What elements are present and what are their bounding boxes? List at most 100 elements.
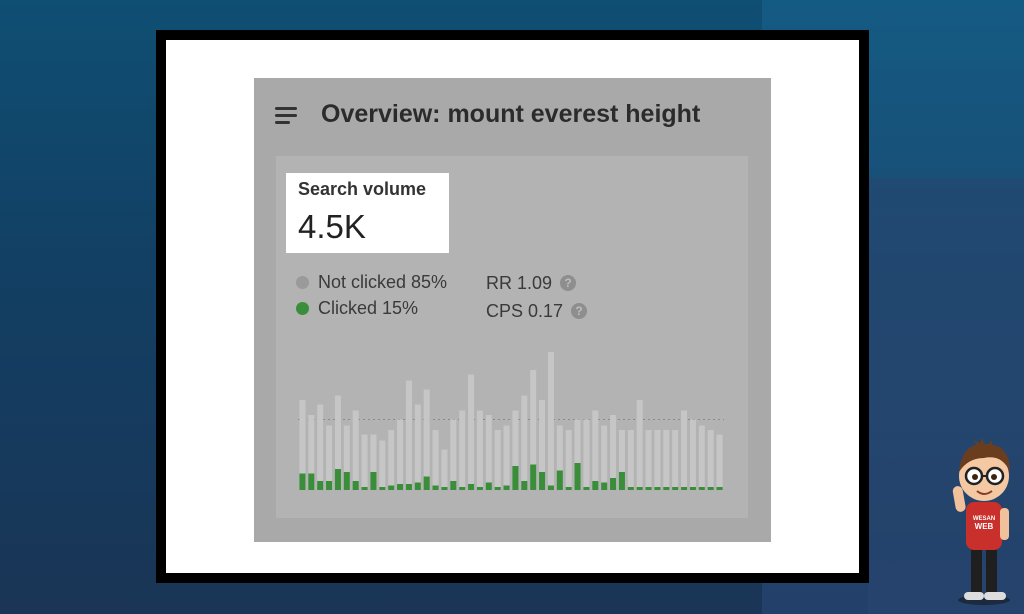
bar-clicked xyxy=(689,487,696,490)
legend-item-clicked: Clicked 15% xyxy=(296,295,447,321)
bar-clicked xyxy=(432,485,439,490)
bar-clicked xyxy=(326,481,333,490)
bar-clicked xyxy=(494,487,501,490)
screenshot-frame: Overview: mount everest height Search vo… xyxy=(156,30,869,583)
help-icon[interactable]: ? xyxy=(571,303,588,319)
bar-clicked xyxy=(459,487,466,490)
bar-not-clicked xyxy=(317,404,324,490)
bar-clicked xyxy=(530,464,537,490)
search-volume-bar-chart xyxy=(298,352,724,490)
bar-clicked xyxy=(423,476,430,490)
bar-clicked xyxy=(485,482,492,490)
metric-label: CPS 0.17 xyxy=(486,300,564,321)
bar-not-clicked xyxy=(601,425,608,490)
bar-clicked xyxy=(601,482,608,490)
bar-not-clicked xyxy=(388,430,395,490)
bar-clicked xyxy=(476,487,483,490)
legend-label: Not clicked 85% xyxy=(318,271,448,292)
bar-not-clicked xyxy=(521,395,528,490)
bar-not-clicked xyxy=(494,430,501,490)
bar-not-clicked xyxy=(654,430,661,490)
bar-not-clicked xyxy=(583,419,590,490)
bar-clicked xyxy=(716,487,723,490)
bar-clicked xyxy=(645,487,652,490)
bar-clicked xyxy=(352,481,359,490)
bar-clicked xyxy=(698,487,705,490)
bar-not-clicked xyxy=(716,434,723,490)
bar-clicked xyxy=(308,473,315,490)
bar-clicked xyxy=(468,484,475,490)
bar-clicked xyxy=(388,485,395,490)
search-volume-highlight: Search volume 4.5K xyxy=(286,173,449,253)
bar-clicked xyxy=(441,487,448,490)
bar-not-clicked xyxy=(627,430,634,490)
bar-clicked xyxy=(610,478,617,490)
bar-clicked xyxy=(503,485,510,490)
bar-clicked xyxy=(565,487,572,490)
legend-item-not-clicked: Not clicked 85% xyxy=(296,269,447,295)
page-title: Overview: mount everest height xyxy=(321,100,701,128)
bar-not-clicked xyxy=(450,419,457,490)
bar-clicked xyxy=(317,481,324,490)
bar-not-clicked xyxy=(405,380,412,490)
bar-clicked xyxy=(636,487,643,490)
bar-not-clicked xyxy=(423,389,430,490)
bar-not-clicked xyxy=(441,449,448,490)
metrics: RR 1.09 ? CPS 0.17 ? xyxy=(486,269,588,325)
bar-not-clicked xyxy=(503,425,510,490)
bar-not-clicked xyxy=(414,404,421,490)
legend-label: Clicked 15% xyxy=(318,297,419,318)
bar-clicked xyxy=(592,481,599,490)
bar-not-clicked xyxy=(645,430,652,490)
bar-clicked xyxy=(405,484,412,490)
bar-not-clicked xyxy=(636,400,643,490)
bar-clicked xyxy=(618,472,625,490)
metric-rr: RR 1.09 ? xyxy=(486,269,587,297)
bar-not-clicked xyxy=(432,430,439,490)
bar-clicked xyxy=(583,487,590,490)
click-legend: Not clicked 85% Clicked 15% xyxy=(296,269,447,321)
bar-not-clicked xyxy=(397,419,404,490)
help-icon[interactable]: ? xyxy=(560,275,577,291)
bar-clicked xyxy=(681,487,688,490)
search-volume-value: 4.5K xyxy=(298,208,366,245)
bar-clicked xyxy=(672,487,679,490)
bar-clicked xyxy=(547,485,554,490)
bar-not-clicked xyxy=(707,430,714,490)
screenshot-canvas: Overview: mount everest height Search vo… xyxy=(166,40,859,573)
bar-clicked xyxy=(539,472,546,490)
bar-not-clicked xyxy=(379,440,386,490)
bar-not-clicked xyxy=(565,430,572,490)
bar-clicked xyxy=(450,481,457,490)
bar-not-clicked xyxy=(689,419,696,490)
bar-clicked xyxy=(663,487,670,490)
bar-clicked xyxy=(361,487,368,490)
metric-cps: CPS 0.17 ? xyxy=(486,297,588,325)
overview-card: Overview: mount everest height Search vo… xyxy=(254,78,771,542)
bar-clicked xyxy=(556,470,563,490)
bar-not-clicked xyxy=(326,425,333,490)
bar-not-clicked xyxy=(672,430,679,490)
bar-clicked xyxy=(627,487,634,490)
metric-label: RR 1.09 xyxy=(486,272,553,293)
bar-not-clicked xyxy=(681,410,688,490)
bar-not-clicked xyxy=(485,415,492,490)
bar-clicked xyxy=(343,472,350,490)
bar-clicked xyxy=(397,484,404,490)
bar-clicked xyxy=(370,472,377,490)
bar-clicked xyxy=(334,469,341,490)
bar-clicked xyxy=(512,466,519,490)
bar-clicked xyxy=(299,473,306,490)
svg-text:WEB: WEB xyxy=(975,522,994,531)
bar-not-clicked xyxy=(352,410,359,490)
bar-not-clicked xyxy=(476,410,483,490)
bar-clicked xyxy=(414,482,421,490)
bar-not-clicked xyxy=(592,410,599,490)
bar-clicked xyxy=(574,463,581,490)
hamburger-menu-icon[interactable] xyxy=(275,107,297,125)
bar-clicked xyxy=(707,487,714,490)
search-volume-label: Search volume xyxy=(298,179,427,199)
bar-not-clicked xyxy=(663,430,670,490)
bar-not-clicked xyxy=(547,352,554,490)
mascot-character-image: WESAN WEB xyxy=(952,438,1010,605)
